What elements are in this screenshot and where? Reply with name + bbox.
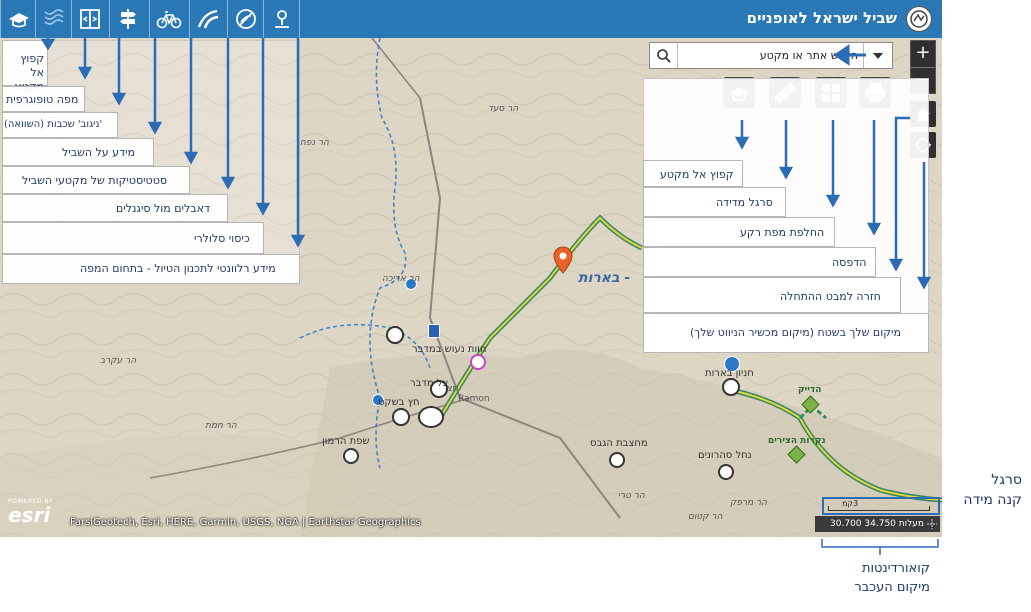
annotation-arrows	[40, 38, 932, 290]
esri-logo: POWERED BY esri	[8, 498, 53, 525]
scale-bar: 3קמ	[822, 497, 940, 515]
coordinates-widget[interactable]: 30.700 34.750 מעלות	[815, 516, 940, 532]
coords-annotation: קואורדינטות מיקום העכבר	[854, 561, 930, 595]
scale-annotation: סרגל קנה מידה	[963, 472, 1022, 508]
app-window: הר סעד הר נפח הר אריכה הר עקרב הר חמת מצ…	[0, 0, 942, 537]
scale-bar-label: 3קמ	[842, 499, 859, 508]
esri-wordmark: esri	[8, 503, 51, 527]
coords-bracket	[821, 539, 939, 555]
crosshair-icon[interactable]	[927, 519, 937, 529]
map-attribution[interactable]: FarsiGeotech, Esri, HERE, Garmin, USGS, …	[70, 517, 421, 528]
coordinates-text: 30.700 34.750 מעלות	[830, 519, 924, 529]
